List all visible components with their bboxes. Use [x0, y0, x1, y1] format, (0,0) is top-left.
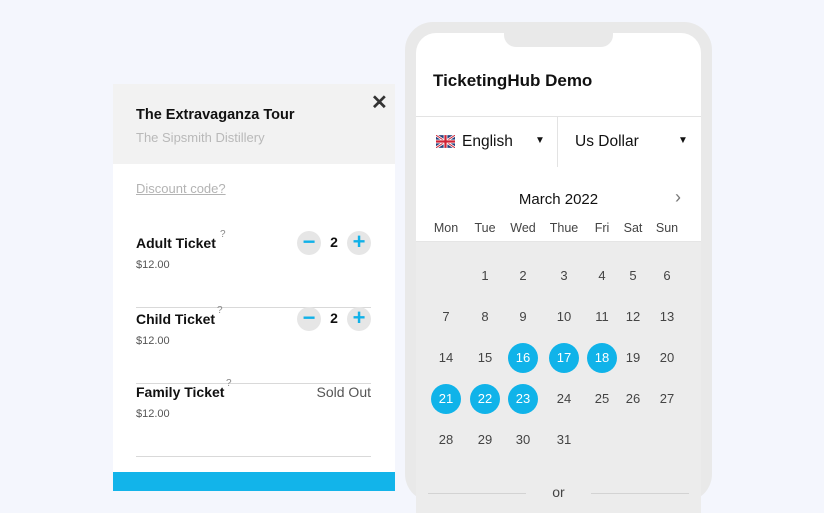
background: The Extravaganza Tour The Sipsmith Disti… — [0, 0, 824, 513]
calendar-day[interactable]: 28 — [431, 425, 461, 455]
chevron-right-icon[interactable]: › — [675, 187, 681, 208]
tour-title: The Extravaganza Tour — [136, 107, 295, 123]
calendar-day[interactable]: 10 — [549, 302, 579, 332]
currency-value: Us Dollar — [575, 133, 639, 150]
calendar-day[interactable]: 12 — [618, 302, 648, 332]
weekday-label: Sun — [655, 221, 679, 235]
booking-header: The Extravaganza Tour The Sipsmith Disti… — [113, 84, 395, 164]
currency-select[interactable]: Us Dollar ▼ — [558, 117, 701, 167]
calendar-day[interactable]: 26 — [618, 384, 648, 414]
calendar-day[interactable]: 4 — [587, 261, 617, 291]
calendar-day[interactable]: 27 — [652, 384, 682, 414]
quantity-stepper: − 2 + — [297, 307, 371, 335]
phone-mockup: TicketingHub Demo English ▼ Us Dollar ▼ … — [405, 22, 712, 513]
calendar-day-available[interactable]: 17 — [549, 343, 579, 373]
ticket-row-family: Family Ticket ? $12.00 Sold Out — [136, 378, 371, 457]
calendar-day[interactable]: 24 — [549, 384, 579, 414]
phone-screen: TicketingHub Demo English ▼ Us Dollar ▼ … — [416, 33, 701, 513]
language-value: English — [462, 133, 513, 150]
selector-row: English ▼ Us Dollar ▼ — [416, 116, 701, 168]
decrease-button[interactable]: − — [297, 307, 321, 331]
close-icon[interactable]: ✕ — [371, 90, 388, 115]
calendar-month: March 2022 — [518, 191, 599, 208]
discount-code-link[interactable]: Discount code? — [136, 181, 226, 196]
increase-button[interactable]: + — [347, 231, 371, 255]
calendar-day[interactable]: 13 — [652, 302, 682, 332]
ticket-row-child: Child Ticket ? $12.00 − 2 + — [136, 305, 371, 384]
phone-notch — [504, 33, 613, 47]
calendar-day[interactable]: 15 — [470, 343, 500, 373]
book-button[interactable] — [113, 472, 395, 491]
or-label: or — [552, 484, 565, 500]
weekday-label: Wed — [510, 221, 536, 235]
help-icon[interactable]: ? — [220, 229, 226, 240]
calendar-day[interactable]: 29 — [470, 425, 500, 455]
ticket-price: $12.00 — [136, 408, 170, 420]
calendar-day[interactable]: 1 — [470, 261, 500, 291]
calendar-day[interactable]: 3 — [549, 261, 579, 291]
or-divider-right — [591, 493, 689, 494]
ticket-row-adult: Adult Ticket ? $12.00 − 2 + — [136, 229, 371, 308]
ticket-price: $12.00 — [136, 259, 170, 271]
weekday-label: Mon — [433, 221, 459, 235]
quantity-value: 2 — [330, 310, 338, 326]
ticket-name: Adult Ticket — [136, 235, 216, 251]
calendar-day-available[interactable]: 22 — [470, 384, 500, 414]
venue-name: The Sipsmith Distillery — [136, 130, 265, 145]
calendar-day[interactable]: 2 — [508, 261, 538, 291]
calendar-day[interactable]: 31 — [549, 425, 579, 455]
calendar-day[interactable]: 25 — [587, 384, 617, 414]
uk-flag-icon — [436, 135, 455, 148]
weekday-label: Tue — [474, 221, 496, 235]
help-icon[interactable]: ? — [217, 305, 223, 316]
calendar-day[interactable]: 5 — [618, 261, 648, 291]
calendar-day[interactable]: 19 — [618, 343, 648, 373]
calendar-day[interactable]: 9 — [508, 302, 538, 332]
caret-down-icon: ▼ — [678, 135, 688, 146]
calendar-day-available[interactable]: 16 — [508, 343, 538, 373]
calendar-day-available[interactable]: 23 — [508, 384, 538, 414]
calendar-day[interactable]: 14 — [431, 343, 461, 373]
help-icon[interactable]: ? — [226, 378, 232, 389]
calendar-day-available[interactable]: 21 — [431, 384, 461, 414]
calendar-day[interactable]: 11 — [587, 302, 617, 332]
app-title: TicketingHub Demo — [433, 71, 593, 90]
calendar-day[interactable]: 20 — [652, 343, 682, 373]
calendar-day[interactable]: 30 — [508, 425, 538, 455]
quantity-stepper: − 2 + — [297, 231, 371, 259]
booking-panel: The Extravaganza Tour The Sipsmith Disti… — [113, 84, 395, 491]
decrease-button[interactable]: − — [297, 231, 321, 255]
weekday-label: Fri — [594, 221, 610, 235]
increase-button[interactable]: + — [347, 307, 371, 331]
calendar-grid: or 1 2 3 4 5 6 7 8 9 10 11 12 13 14 15 16 17 18 19 20 21 22 23… — [416, 242, 701, 513]
ticket-name: Family Ticket — [136, 384, 225, 400]
language-select[interactable]: English ▼ — [416, 117, 558, 167]
sold-out-label: Sold Out — [316, 384, 371, 400]
weekday-label: Sat — [623, 221, 643, 235]
calendar-day-available[interactable]: 18 — [587, 343, 617, 373]
quantity-value: 2 — [330, 234, 338, 250]
ticket-name: Child Ticket — [136, 311, 216, 327]
calendar-day[interactable]: 8 — [470, 302, 500, 332]
caret-down-icon: ▼ — [535, 135, 545, 146]
calendar-day[interactable]: 6 — [652, 261, 682, 291]
calendar-day[interactable]: 7 — [431, 302, 461, 332]
weekday-label: Thue — [549, 221, 579, 235]
ticket-price: $12.00 — [136, 335, 170, 347]
